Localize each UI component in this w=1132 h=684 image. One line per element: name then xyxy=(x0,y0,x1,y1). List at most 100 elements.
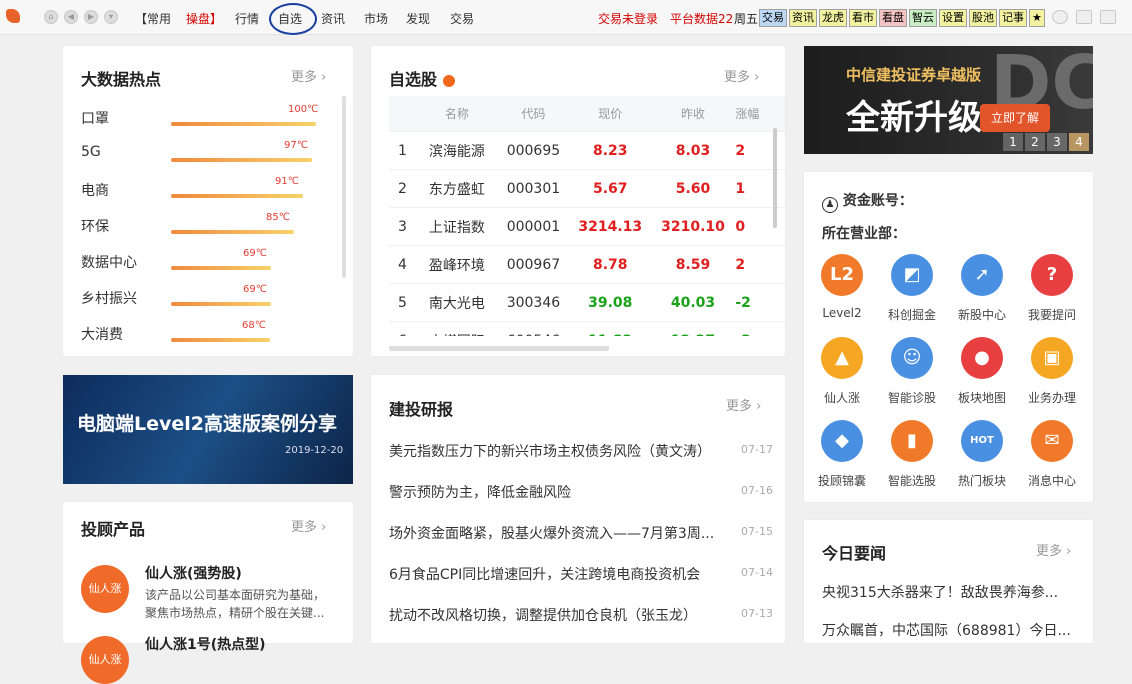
home-icon[interactable]: ⌂ xyxy=(44,10,58,24)
back-icon[interactable]: ◀ xyxy=(64,10,78,24)
feature-10-label[interactable]: 热门板块 xyxy=(947,472,1017,489)
feature-4-label[interactable]: 仙人涨 xyxy=(807,389,877,406)
feature-0-icon[interactable]: L2 xyxy=(821,254,863,296)
research-item[interactable]: 场外资金面略紧，股基火爆外资流入——7月第3周... 07-15 xyxy=(389,523,773,543)
feature-9-label[interactable]: 智能选股 xyxy=(877,472,947,489)
col-prev[interactable]: 昨收 xyxy=(651,96,735,132)
product-name[interactable]: 仙人涨(强势股) xyxy=(145,563,242,583)
skin-icon[interactable] xyxy=(1052,10,1068,24)
col-price[interactable]: 现价 xyxy=(568,96,652,132)
table-row[interactable]: 4 盈峰环境 000967 8.78 8.59 2 xyxy=(389,245,785,284)
feature-3-icon[interactable]: ? xyxy=(1031,254,1073,296)
stock-name[interactable]: 滨海能源 xyxy=(415,131,498,170)
feature-1-label[interactable]: 科创掘金 xyxy=(877,306,947,323)
feature-9-icon[interactable]: ▮ xyxy=(891,420,933,462)
stock-name[interactable]: 南大光电 xyxy=(415,283,498,322)
news-item[interactable]: 央视315大杀器来了！敌敌畏养海参... xyxy=(822,582,1058,602)
stock-name[interactable]: 上证指数 xyxy=(415,207,498,246)
feature-6-label[interactable]: 板块地图 xyxy=(947,389,1017,406)
hot-topic-row[interactable]: 电商 91℃ xyxy=(81,176,321,200)
menu-markets[interactable]: 市场 xyxy=(364,10,388,27)
table-row[interactable]: 1 滨海能源 000695 8.23 8.03 2 xyxy=(389,131,785,170)
news-item[interactable]: 万众瞩首，中芯国际（688981）今日... xyxy=(822,620,1071,640)
login-status[interactable]: 交易未登录 xyxy=(598,10,658,27)
feature-4-icon[interactable]: ▲ xyxy=(821,337,863,379)
feature-5-label[interactable]: 智能诊股 xyxy=(877,389,947,406)
feature-7-label[interactable]: 业务办理 xyxy=(1017,389,1087,406)
feature-7-icon[interactable]: ▣ xyxy=(1031,337,1073,379)
tag-view-board[interactable]: 看盘 xyxy=(879,9,907,27)
menu-market[interactable]: 行情 xyxy=(235,10,259,27)
hot-topic-row[interactable]: 环保 85℃ xyxy=(81,212,321,236)
tag-dragon-tiger[interactable]: 龙虎 xyxy=(819,9,847,27)
menu-common[interactable]: 【常用 xyxy=(135,10,171,27)
feature-11-icon[interactable]: ✉ xyxy=(1031,420,1073,462)
banner-page-1[interactable]: 1 xyxy=(1003,133,1023,151)
star-icon[interactable]: ★ xyxy=(1029,9,1045,27)
menu-trading[interactable]: 交易 xyxy=(450,10,474,27)
feature-0-label[interactable]: Level2 xyxy=(807,306,877,320)
news-more[interactable]: 更多 › xyxy=(1036,540,1071,559)
stock-name[interactable]: 东方盛虹 xyxy=(415,169,498,208)
forward-icon[interactable]: ▶ xyxy=(84,10,98,24)
col-name[interactable]: 名称 xyxy=(415,96,498,132)
dropdown-icon[interactable]: ▾ xyxy=(104,10,118,24)
level2-banner[interactable]: 电脑端Level2高速版案例分享 2019-12-20 xyxy=(63,375,353,484)
col-code[interactable]: 代码 xyxy=(498,96,569,132)
tag-notes[interactable]: 记事 xyxy=(999,9,1027,27)
tag-news[interactable]: 资讯 xyxy=(789,9,817,27)
menu-news[interactable]: 资讯 xyxy=(321,10,345,27)
advisor-more[interactable]: 更多 › xyxy=(291,516,326,535)
feature-10-icon[interactable]: HOT xyxy=(961,420,1003,462)
banner-page-4[interactable]: 4 xyxy=(1069,133,1089,151)
col-change[interactable]: 涨幅 xyxy=(734,96,785,132)
research-item[interactable]: 美元指数压力下的新兴市场主权债务风险（黄文涛） 07-17 xyxy=(389,441,773,461)
research-item[interactable]: 6月食品CPI同比增速回升，关注跨境电商投资机会 07-14 xyxy=(389,564,773,584)
table-row[interactable]: 2 东方盛虹 000301 5.67 5.60 1 xyxy=(389,169,785,208)
tag-stock-pool[interactable]: 股池 xyxy=(969,9,997,27)
research-item[interactable]: 警示预防为主，降低金融风险 07-16 xyxy=(389,482,773,502)
banner-page-2[interactable]: 2 xyxy=(1025,133,1045,151)
hot-topic-row[interactable]: 数据中心 69℃ xyxy=(81,248,321,272)
research-item[interactable]: 扰动不改风格切换，调整提供加仓良机（张玉龙） 07-13 xyxy=(389,605,773,625)
table-row[interactable]: 3 上证指数 000001 3214.13 3210.10 0 xyxy=(389,207,785,246)
feature-3-label[interactable]: 我要提问 xyxy=(1017,306,1087,323)
hot-topic-row[interactable]: 5G 97℃ xyxy=(81,140,321,164)
feature-5-icon[interactable]: ☺ xyxy=(891,337,933,379)
table-row[interactable]: 6山煤国际60054611.8212.27-3 xyxy=(389,321,785,336)
watchlist-more[interactable]: 更多 › xyxy=(724,66,759,85)
product-name-2[interactable]: 仙人涨1号(热点型) xyxy=(145,634,266,654)
stock-name[interactable]: 盈峰环境 xyxy=(415,245,498,284)
feature-11-label[interactable]: 消息中心 xyxy=(1017,472,1087,489)
minimize-icon[interactable] xyxy=(1076,10,1092,24)
feature-2-icon[interactable]: ➚ xyxy=(961,254,1003,296)
stock-price: 3214.13 xyxy=(568,207,652,246)
tag-settings[interactable]: 设置 xyxy=(939,9,967,27)
banner-page-3[interactable]: 3 xyxy=(1047,133,1067,151)
feature-8-label[interactable]: 投顾锦囊 xyxy=(807,472,877,489)
product-logo[interactable]: 仙人涨 xyxy=(81,565,129,613)
feature-1-icon[interactable]: ◩ xyxy=(891,254,933,296)
menu-discover[interactable]: 发现 xyxy=(406,10,430,27)
tag-view-market[interactable]: 看市 xyxy=(849,9,877,27)
maximize-icon[interactable] xyxy=(1100,10,1116,24)
hot-data-more[interactable]: 更多 › xyxy=(291,66,326,85)
stock-name[interactable]: 山煤国际 xyxy=(415,321,498,336)
tag-zhiyun[interactable]: 智云 xyxy=(909,9,937,27)
menu-trade-panel[interactable]: 操盘】 xyxy=(186,10,222,27)
feature-6-icon[interactable]: ● xyxy=(961,337,1003,379)
product-logo-2[interactable]: 仙人涨 xyxy=(81,636,129,684)
scrollbar[interactable] xyxy=(342,96,346,278)
promo-banner[interactable]: DC 中信建投证券卓越版 全新升级 立即了解 1234 xyxy=(804,46,1093,154)
banner-cta-button[interactable]: 立即了解 xyxy=(980,104,1050,132)
hot-topic-row[interactable]: 大消费 68℃ xyxy=(81,320,321,344)
table-scrollbar-v[interactable] xyxy=(773,128,777,228)
table-scrollbar-h[interactable] xyxy=(389,346,609,351)
feature-8-icon[interactable]: ◆ xyxy=(821,420,863,462)
feature-2-label[interactable]: 新股中心 xyxy=(947,306,1017,323)
table-row[interactable]: 5 南大光电 300346 39.08 40.03 -2 xyxy=(389,283,785,322)
hot-topic-row[interactable]: 口罩 100℃ xyxy=(81,104,321,128)
tag-trade[interactable]: 交易 xyxy=(759,9,787,27)
research-more[interactable]: 更多 › xyxy=(726,395,761,414)
hot-topic-row[interactable]: 乡村振兴 69℃ xyxy=(81,284,321,308)
